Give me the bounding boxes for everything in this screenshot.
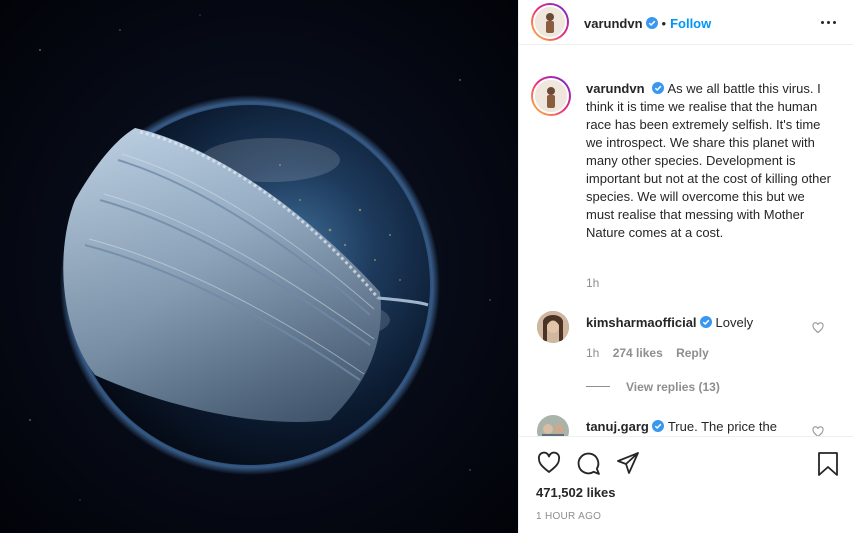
comment-row: kimsharmaofficial Lovely [586, 314, 753, 332]
caption-time: 1h [586, 276, 600, 290]
comment-text: True. The price the [667, 419, 777, 434]
comment-username[interactable]: tanuj.garg [586, 419, 649, 434]
view-replies-label[interactable]: View replies (13) [626, 380, 720, 394]
post-timestamp: 1 HOUR AGO [536, 511, 602, 522]
follow-button[interactable]: Follow [670, 16, 711, 31]
comment-time: 1h [586, 346, 600, 360]
post-image[interactable] [0, 0, 518, 533]
commenter-photo [537, 311, 569, 343]
replies-divider [586, 386, 610, 388]
post-details-panel: varundvn • Follow varundvn As we all battle… [518, 0, 853, 533]
post-actions: 471,502 likes 1 HOUR AGO [519, 436, 853, 533]
paper-plane-icon[interactable] [616, 451, 640, 475]
bookmark-icon[interactable] [816, 451, 840, 477]
author-username[interactable]: varundvn [584, 16, 643, 31]
post-header: varundvn • Follow [519, 0, 853, 45]
likes-count[interactable]: 471,502 likes [536, 485, 616, 500]
author-avatar-image [535, 7, 565, 37]
heart-icon[interactable] [536, 451, 562, 475]
caption-text: As we all battle this virus. I think it … [586, 81, 831, 240]
separator-dot: • [661, 16, 667, 31]
comment-like-heart-icon[interactable] [812, 426, 824, 436]
comment-avatar[interactable] [537, 311, 569, 343]
comments-section[interactable]: varundvn As we all battle this virus. I t… [519, 62, 853, 436]
reply-button[interactable]: Reply [676, 346, 709, 360]
caption-avatar-image [535, 80, 567, 112]
comment-meta: 1h 274 likes Reply [586, 346, 709, 360]
verified-badge-icon [699, 316, 712, 328]
comment-username[interactable]: kimsharmaofficial [586, 315, 697, 330]
caption: varundvn As we all battle this virus. I t… [586, 80, 831, 242]
commenter-photo [537, 415, 569, 436]
caption-avatar[interactable] [531, 76, 571, 116]
comment-row: tanuj.garg True. The price the [586, 418, 777, 436]
comment-like-heart-icon[interactable] [812, 322, 824, 334]
verified-badge-icon [651, 82, 664, 94]
author-avatar[interactable] [531, 3, 569, 41]
comment-likes[interactable]: 274 likes [613, 346, 663, 360]
header-line: varundvn • Follow [584, 15, 711, 33]
earth-with-mask-image [0, 0, 518, 533]
caption-username[interactable]: varundvn [586, 81, 645, 96]
comment-avatar[interactable] [537, 415, 569, 436]
more-options-icon[interactable] [818, 14, 838, 30]
verified-badge-icon [651, 420, 664, 432]
comment-text: Lovely [715, 315, 754, 330]
view-replies[interactable]: View replies (13) [586, 378, 720, 396]
verified-badge-icon [645, 17, 658, 29]
comment-icon[interactable] [576, 451, 601, 476]
